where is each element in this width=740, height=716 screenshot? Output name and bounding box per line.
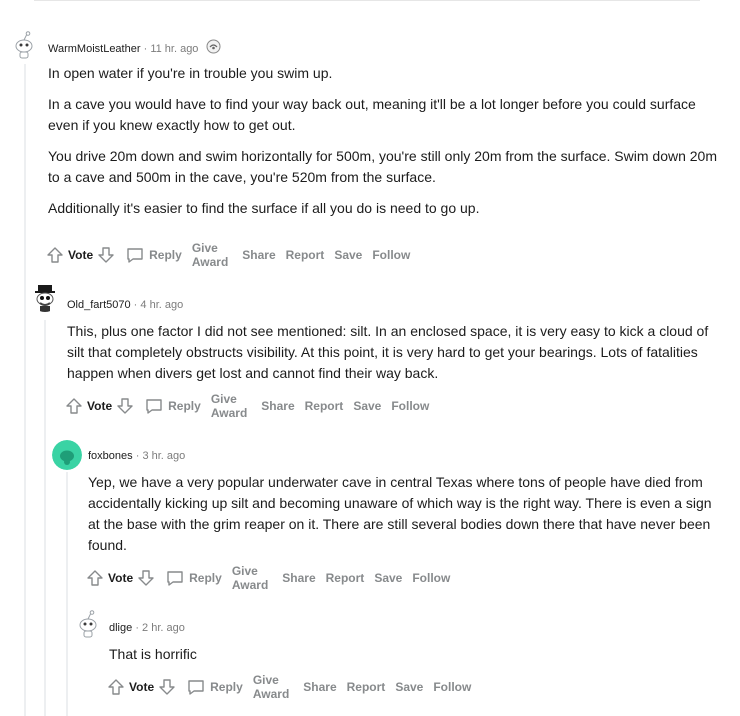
comment-bubble-icon xyxy=(125,245,145,265)
comment-paragraph: In open water if you're in trouble you s… xyxy=(48,65,333,81)
comment-body: This, plus one factor I did not see ment… xyxy=(67,321,717,394)
downvote-arrow-icon[interactable] xyxy=(97,245,115,265)
separator-dot: · xyxy=(133,299,138,311)
comment-paragraph: Yep, we have a very popular underwater c… xyxy=(88,474,712,553)
username[interactable]: foxbones xyxy=(88,450,133,462)
comment-body: Yep, we have a very popular underwater c… xyxy=(88,472,718,566)
separator-dot: · xyxy=(135,450,140,462)
save-button[interactable]: Save xyxy=(353,399,381,413)
comment-paragraph: This, plus one factor I did not see ment… xyxy=(67,323,709,381)
reply-label: Reply xyxy=(210,680,243,694)
username[interactable]: dlige xyxy=(109,622,132,634)
comment-meta: Old_fart5070 · 4 hr. ago xyxy=(67,297,183,313)
timestamp[interactable]: 4 hr. ago xyxy=(140,299,183,311)
downvote-arrow-icon[interactable] xyxy=(137,568,155,588)
vote-label: Vote xyxy=(68,248,94,262)
downvote-arrow-icon[interactable] xyxy=(158,677,176,697)
upvote-arrow-icon[interactable] xyxy=(86,568,104,588)
thread-line-level1[interactable] xyxy=(24,64,26,716)
snoo-avatar-icon xyxy=(52,440,82,470)
reply-button[interactable]: Reply xyxy=(144,396,201,416)
give-award-button[interactable]: Give Award xyxy=(192,241,232,269)
thread-line-level2[interactable] xyxy=(44,320,46,716)
snoo-avatar-icon xyxy=(30,282,60,312)
upvote-arrow-icon[interactable] xyxy=(46,245,64,265)
follow-button[interactable]: Follow xyxy=(391,399,429,413)
comment-actions: Vote Reply Give Award Share Report Save … xyxy=(46,241,410,269)
upvote-arrow-icon[interactable] xyxy=(107,677,125,697)
snoo-avatar-icon xyxy=(9,29,39,59)
username[interactable]: WarmMoistLeather xyxy=(48,43,141,55)
top-divider xyxy=(34,0,700,1)
report-button[interactable]: Report xyxy=(286,248,325,262)
comment-body: That is horrific xyxy=(109,644,709,675)
comment-actions: Vote Reply Give Award Share Report Save … xyxy=(107,673,471,701)
timestamp[interactable]: 3 hr. ago xyxy=(142,450,185,462)
avatar[interactable] xyxy=(52,440,82,470)
thread-line-level3[interactable] xyxy=(66,472,68,716)
save-button[interactable]: Save xyxy=(334,248,362,262)
share-button[interactable]: Share xyxy=(303,680,336,694)
give-award-button[interactable]: Give Award xyxy=(211,392,251,420)
downvote-arrow-icon[interactable] xyxy=(116,396,134,416)
snoo-avatar-icon xyxy=(73,608,103,638)
comment-bubble-icon xyxy=(144,396,164,416)
comment-bubble-icon xyxy=(186,677,206,697)
share-button[interactable]: Share xyxy=(282,571,315,585)
username[interactable]: Old_fart5070 xyxy=(67,299,131,311)
award-badge-icon[interactable] xyxy=(206,39,221,59)
share-button[interactable]: Share xyxy=(261,399,294,413)
save-button[interactable]: Save xyxy=(395,680,423,694)
separator-dot: · xyxy=(135,622,139,634)
timestamp[interactable]: 2 hr. ago xyxy=(142,622,185,634)
reply-label: Reply xyxy=(149,248,182,262)
reply-label: Reply xyxy=(189,571,222,585)
follow-button[interactable]: Follow xyxy=(372,248,410,262)
comment-actions: Vote Reply Give Award Share Report Save … xyxy=(86,564,450,592)
comment-paragraph: Additionally it's easier to find the sur… xyxy=(48,200,480,216)
save-button[interactable]: Save xyxy=(374,571,402,585)
avatar[interactable] xyxy=(73,608,103,638)
avatar[interactable] xyxy=(9,29,39,59)
separator-dot: · xyxy=(143,42,148,55)
timestamp[interactable]: 11 hr. ago xyxy=(150,43,198,55)
vote-label: Vote xyxy=(87,399,113,413)
comment-paragraph: You drive 20m down and swim horizontally… xyxy=(48,148,718,185)
comment-paragraph: That is horrific xyxy=(109,646,197,662)
vote-label: Vote xyxy=(129,680,155,694)
reply-button[interactable]: Reply xyxy=(125,245,182,265)
give-award-button[interactable]: Give Award xyxy=(232,564,272,592)
share-button[interactable]: Share xyxy=(242,248,275,262)
upvote-arrow-icon[interactable] xyxy=(65,396,83,416)
vote-label: Vote xyxy=(108,571,134,585)
comment-meta: dlige · 2 hr. ago xyxy=(109,620,185,636)
comment-paragraph: In a cave you would have to find your wa… xyxy=(48,96,696,133)
comment-meta: foxbones · 3 hr. ago xyxy=(88,448,185,464)
give-award-button[interactable]: Give Award xyxy=(253,673,293,701)
avatar[interactable] xyxy=(30,282,60,312)
follow-button[interactable]: Follow xyxy=(433,680,471,694)
reply-button[interactable]: Reply xyxy=(186,677,243,697)
comment-body: In open water if you're in trouble you s… xyxy=(48,63,718,229)
reply-label: Reply xyxy=(168,399,201,413)
reply-button[interactable]: Reply xyxy=(165,568,222,588)
comment-actions: Vote Reply Give Award Share Report Save … xyxy=(65,392,429,420)
follow-button[interactable]: Follow xyxy=(412,571,450,585)
comment-meta: WarmMoistLeather · 11 hr. ago xyxy=(48,39,221,55)
report-button[interactable]: Report xyxy=(347,680,386,694)
report-button[interactable]: Report xyxy=(305,399,344,413)
report-button[interactable]: Report xyxy=(326,571,365,585)
comment-bubble-icon xyxy=(165,568,185,588)
